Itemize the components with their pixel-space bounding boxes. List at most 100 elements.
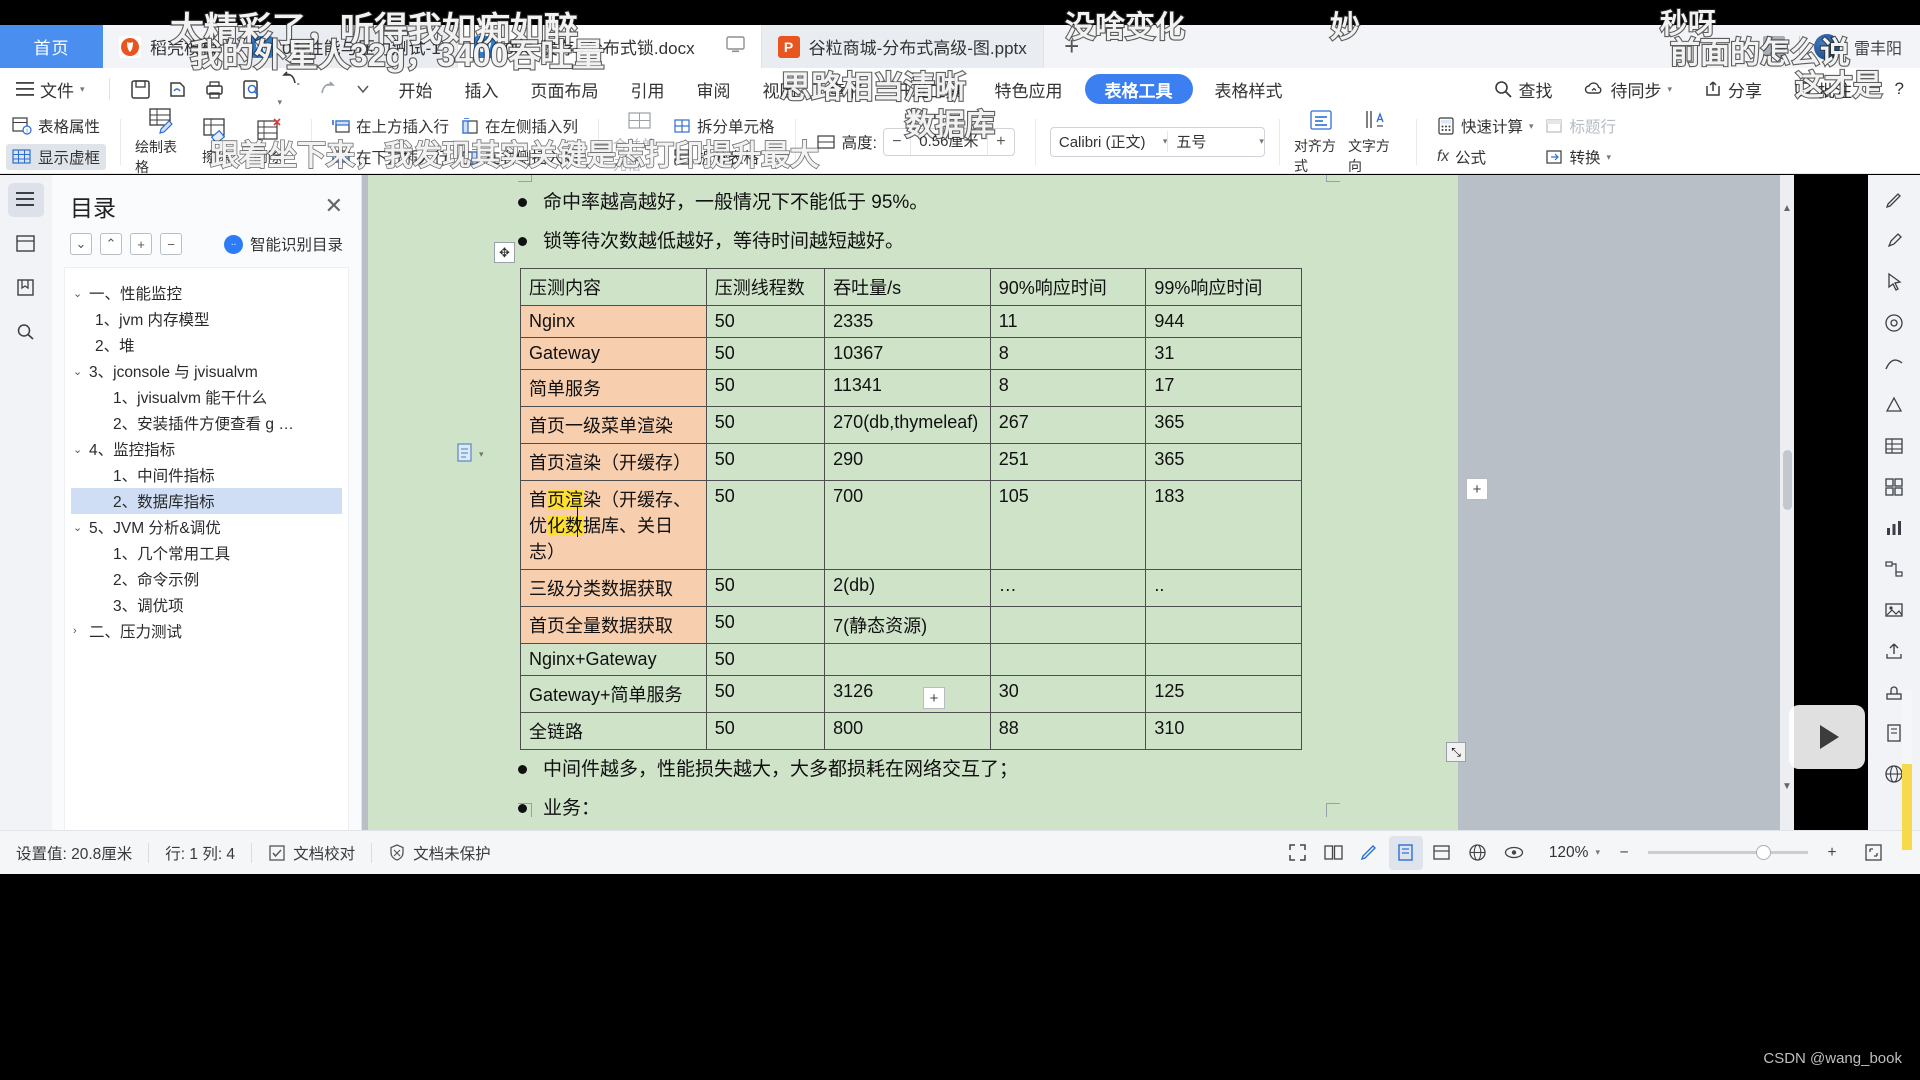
table-properties-button[interactable]: i 表格属性 — [6, 113, 106, 139]
comment-button[interactable]: 批注 ▾ — [1778, 68, 1879, 110]
ribbon-tab-reference[interactable]: 引用 — [615, 68, 681, 110]
title-row-button[interactable]: 标题行 — [1539, 113, 1622, 139]
cell-r99-3[interactable]: 365 — [1145, 406, 1302, 444]
chevron-down-icon[interactable]: ⌄ — [73, 521, 89, 534]
cell-name-5[interactable]: 首页渲染（开缓存、优化数据库、关日志） — [520, 480, 707, 570]
ribbon-tab-view[interactable]: 视图 — [747, 68, 813, 110]
eraser-button[interactable]: 擦除 — [189, 117, 243, 167]
cell-r90-9[interactable]: 30 — [989, 675, 1147, 713]
cell-r90-0[interactable]: 11 — [989, 305, 1147, 338]
video-volume-bar[interactable] — [1902, 690, 1912, 850]
cell-r99-10[interactable]: 310 — [1145, 712, 1302, 750]
chevron-down-icon[interactable]: ⌄ — [73, 287, 89, 300]
expand-all-icon[interactable]: + — [130, 233, 152, 255]
cell-name-2[interactable]: 简单服务 — [520, 369, 707, 407]
cell-r90-4[interactable]: 251 — [989, 443, 1147, 481]
cell-name-6[interactable]: 三级分类数据获取 — [520, 569, 707, 607]
tab-template[interactable]: 稻壳模板 — [103, 25, 235, 68]
cell-r90-7[interactable] — [989, 606, 1147, 644]
toc-item-4[interactable]: 1、jvisualvm 能干什么 — [71, 384, 342, 410]
file-menu-button[interactable]: 文件 ▾ — [0, 68, 101, 110]
table-insert-icon[interactable] — [1877, 431, 1911, 461]
tab-doc-04[interactable]: W 04-性能与压力测试-1 — [235, 25, 458, 68]
notification-badge[interactable]: 3 — [1762, 36, 1785, 57]
cell-height-control[interactable]: 高度: − 0.56厘米 + — [810, 126, 1021, 158]
cell-threads-7[interactable]: 50 — [705, 606, 826, 644]
ribbon-tab-start[interactable]: 开始 — [383, 68, 449, 110]
image-insert-icon[interactable] — [1877, 595, 1911, 625]
insert-col-right-button[interactable]: 在右侧插入列 — [455, 144, 584, 170]
toc-item-6[interactable]: ⌄ 4、监控指标 — [71, 436, 342, 462]
font-name-select[interactable]: Calibri (正文) — [1051, 131, 1163, 152]
tab-doc-05[interactable]: W 05、缓存&分布式锁.docx — [457, 25, 762, 68]
cell-threads-4[interactable]: 50 — [705, 443, 826, 481]
table-row[interactable]: 三级分类数据获取 50 2(db) … .. — [520, 569, 1302, 607]
toc-item-7[interactable]: 1、中间件指标 — [71, 462, 342, 488]
collapse-down-icon[interactable]: ⌄ — [70, 233, 92, 255]
split-table-button[interactable]: 拆分表格 — [667, 144, 781, 170]
page-view-icon[interactable] — [1388, 835, 1423, 870]
toc-item-0[interactable]: ⌄ 一、性能监控 — [71, 280, 342, 306]
merge-cells-button[interactable]: 合并单元格 — [613, 109, 667, 175]
thumbnail-panel-button[interactable] — [8, 227, 44, 261]
proofread-button[interactable]: 文档校对 — [252, 831, 371, 875]
cell-tps-2[interactable]: 11341 — [824, 369, 991, 407]
cell-r99-1[interactable]: 31 — [1145, 337, 1302, 370]
height-minus-button[interactable]: − — [884, 129, 910, 155]
insert-row-plus-button[interactable]: + — [923, 687, 945, 709]
undo-icon[interactable]: ▾ — [278, 69, 302, 110]
cell-r90-8[interactable] — [989, 643, 1147, 676]
cell-threads-5[interactable]: 50 — [705, 480, 826, 570]
cell-threads-3[interactable]: 50 — [705, 406, 826, 444]
cell-name-0[interactable]: Nginx — [520, 305, 707, 338]
ribbon-tab-section[interactable]: 章节 — [813, 68, 879, 110]
cell-name-8[interactable]: Nginx+Gateway — [520, 643, 707, 676]
grid-layout-icon[interactable] — [1877, 472, 1911, 502]
cell-r99-9[interactable]: 125 — [1145, 675, 1302, 713]
outline-icon[interactable] — [1425, 836, 1459, 870]
align-mode-button[interactable]: 对齐方式 — [1294, 108, 1348, 176]
share-button[interactable]: 分享 — [1688, 68, 1778, 110]
toc-item-5[interactable]: 2、安装插件方便查看 g … — [71, 410, 342, 436]
cell-r90-3[interactable]: 267 — [989, 406, 1147, 444]
home-tab[interactable]: 首页 — [0, 25, 103, 68]
zoom-level[interactable]: 120% — [1549, 844, 1589, 862]
font-size-select[interactable]: 五号 — [1167, 131, 1259, 152]
cell-tps-8[interactable] — [824, 643, 991, 676]
toc-list[interactable]: ⌄ 一、性能监控 1、jvm 内存模型 2、堆 ⌄ 3、jconsole 与 jvi… — [64, 267, 349, 855]
save-icon[interactable] — [130, 79, 151, 100]
table-row[interactable]: 首页一级菜单渲染 50 270(db,thymeleaf) 267 365 — [520, 406, 1302, 444]
ribbon-tab-table-style[interactable]: 表格样式 — [1199, 68, 1299, 110]
table-row[interactable]: 全链路 50 800 88 310 — [520, 712, 1302, 750]
cell-threads-6[interactable]: 50 — [705, 569, 826, 607]
cell-name-10[interactable]: 全链路 — [520, 712, 707, 750]
font-controls[interactable]: Calibri (正文) ▾ 五号 ▾ — [1049, 126, 1265, 157]
cone-shape-icon[interactable] — [1877, 390, 1911, 420]
video-play-button[interactable] — [1789, 705, 1865, 769]
chart-insert-icon[interactable] — [1877, 513, 1911, 543]
cell-r99-2[interactable]: 17 — [1145, 369, 1302, 407]
collapse-up-icon[interactable]: ⌃ — [100, 233, 122, 255]
document-canvas[interactable]: 命中率越高越好，一般情况下不能低于 95%。 锁等待次数越低越好，等待时间越短越… — [362, 175, 1794, 830]
read-mode-icon[interactable] — [1497, 836, 1531, 870]
shapes-circle-icon[interactable] — [1877, 308, 1911, 338]
export-icon[interactable] — [1877, 636, 1911, 666]
cell-name-1[interactable]: Gateway — [520, 337, 707, 370]
ribbon-tab-insert[interactable]: 插入 — [449, 68, 515, 110]
height-value[interactable]: 0.56厘米 — [909, 128, 988, 155]
web-layout-icon[interactable] — [1461, 836, 1495, 870]
cell-tps-3[interactable]: 270(db,thymeleaf) — [824, 406, 991, 444]
table-row[interactable]: 首页全量数据获取 50 7(静态资源) — [520, 606, 1302, 644]
insert-column-plus-button[interactable]: + — [1466, 478, 1488, 500]
print-icon[interactable] — [204, 79, 225, 100]
cell-tps-6[interactable]: 2(db) — [824, 569, 991, 607]
outline-panel-button[interactable] — [8, 183, 44, 217]
protection-button[interactable]: 文档未保护 — [372, 831, 507, 875]
cell-r90-5[interactable]: 105 — [989, 480, 1147, 570]
new-tab-button[interactable]: + — [1044, 25, 1100, 68]
perf-table[interactable]: 压测内容 压测线程数 吞吐量/s 90%响应时间 99%响应时间 Nginx 5… — [520, 268, 1302, 750]
insert-col-left-button[interactable]: 在左侧插入列 — [455, 113, 584, 139]
two-page-icon[interactable] — [1317, 836, 1351, 870]
toc-item-9[interactable]: ⌄ 5、JVM 分析&调优 — [71, 514, 342, 540]
zoom-in-button[interactable]: + — [1815, 836, 1849, 870]
